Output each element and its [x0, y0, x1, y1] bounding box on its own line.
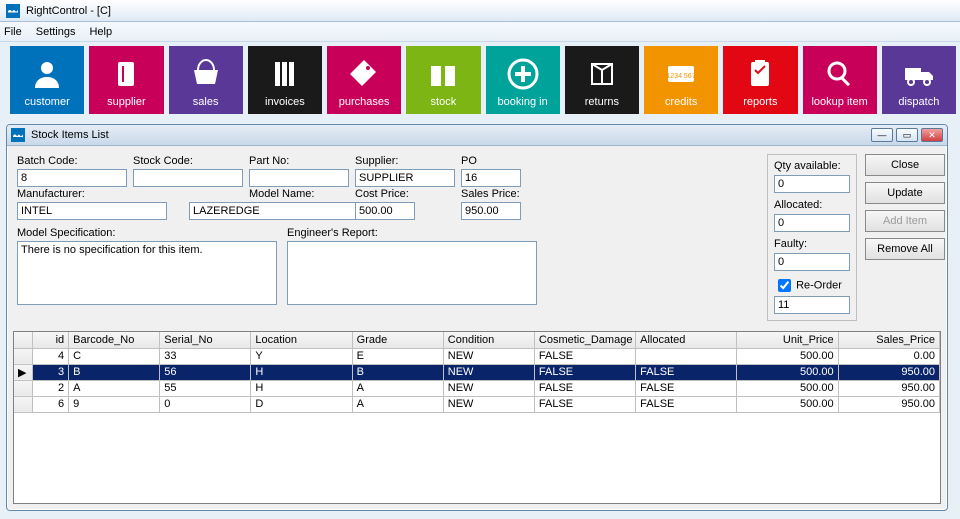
toolbar-invoices[interactable]: invoices: [248, 46, 322, 114]
mdi-area: Stock Items List — ▭ ✕ Batch Code: Stock…: [0, 118, 960, 511]
col-Location[interactable]: Location: [251, 332, 352, 348]
table-row[interactable]: 2A55HANEWFALSEFALSE500.00950.00: [14, 380, 940, 396]
reorder-checkbox[interactable]: [778, 279, 791, 292]
reorder-qty-input[interactable]: [774, 296, 850, 314]
gift-icon: [425, 52, 461, 96]
col-Cosmetic_Damage[interactable]: Cosmetic_Damage: [534, 332, 635, 348]
toolbar-returns[interactable]: returns: [565, 46, 639, 114]
toolbar-stock[interactable]: stock: [406, 46, 480, 114]
col-Barcode_No[interactable]: Barcode_No: [69, 332, 160, 348]
maximize-button[interactable]: ▭: [896, 128, 918, 142]
titlebar: RightControl - [C]: [0, 0, 960, 22]
col-Unit_Price[interactable]: Unit_Price: [737, 332, 838, 348]
table-row[interactable]: 4C33YENEWFALSE500.000.00: [14, 348, 940, 364]
toolbar-sales[interactable]: sales: [169, 46, 243, 114]
faulty-input[interactable]: [774, 253, 850, 271]
menu-settings[interactable]: Settings: [36, 26, 76, 38]
supplier-input[interactable]: [355, 169, 455, 187]
label-supplier: Supplier:: [355, 154, 455, 169]
add-item-button[interactable]: Add Item: [865, 210, 945, 232]
svg-text:1234 567: 1234 567: [667, 73, 696, 80]
col-Grade[interactable]: Grade: [352, 332, 443, 348]
label-batch-code: Batch Code:: [17, 154, 127, 169]
main-toolbar: customersuppliersalesinvoicespurchasesst…: [0, 42, 960, 118]
label-model-name: Model Name:: [249, 187, 349, 202]
batch-code-input[interactable]: [17, 169, 127, 187]
toolbar-purchases[interactable]: purchases: [327, 46, 401, 114]
label-reorder: Re-Order: [796, 280, 842, 292]
label-allocated: Allocated:: [774, 198, 850, 213]
customer-icon: [29, 52, 65, 96]
toolbar-customer[interactable]: customer: [10, 46, 84, 114]
eng-report-input[interactable]: [287, 241, 537, 305]
col-Condition[interactable]: Condition: [443, 332, 534, 348]
label-eng-report: Engineer's Report:: [287, 226, 537, 241]
menubar: File Settings Help: [0, 22, 960, 42]
box-icon: [584, 52, 620, 96]
tag-icon: [346, 52, 382, 96]
manufacturer-input[interactable]: [17, 202, 167, 220]
model-spec-input[interactable]: [17, 241, 277, 305]
stock-grid[interactable]: idBarcode_NoSerial_NoLocationGradeCondit…: [13, 331, 941, 504]
menu-help[interactable]: Help: [89, 26, 112, 38]
update-button[interactable]: Update: [865, 182, 945, 204]
truck-icon: [901, 52, 937, 96]
part-no-input[interactable]: [249, 169, 349, 187]
toolbar-credits[interactable]: 1234 567credits: [644, 46, 718, 114]
child-titlebar: Stock Items List — ▭ ✕: [7, 125, 947, 146]
stock-code-input[interactable]: [133, 169, 243, 187]
child-icon: [11, 128, 25, 142]
col-Serial_No[interactable]: Serial_No: [160, 332, 251, 348]
stock-levels-box: Qty available: Allocated: Faulty: Re-Ord…: [767, 154, 857, 321]
col-Allocated[interactable]: Allocated: [636, 332, 737, 348]
label-po-number: PO Number:: [461, 154, 521, 169]
close-stock-button[interactable]: Close: [865, 154, 945, 176]
label-sales-price: Sales Price:: [461, 187, 521, 202]
label-stock-code: Stock Code:: [133, 154, 243, 169]
supplier-icon: [108, 52, 144, 96]
search-icon: [822, 52, 858, 96]
po-number-input[interactable]: [461, 169, 521, 187]
remove-all-button[interactable]: Remove All: [865, 238, 945, 260]
minimize-button[interactable]: —: [871, 128, 893, 142]
plus-icon: [505, 52, 541, 96]
toolbar-booking-in[interactable]: booking in: [486, 46, 560, 114]
toolbar-supplier[interactable]: supplier: [89, 46, 163, 114]
table-row[interactable]: ▶3B56HBNEWFALSEFALSE500.00950.00: [14, 364, 940, 380]
col-id[interactable]: id: [32, 332, 68, 348]
sales-price-input[interactable]: [461, 202, 521, 220]
label-model-spec: Model Specification:: [17, 226, 277, 241]
books-icon: [267, 52, 303, 96]
child-title: Stock Items List: [31, 129, 109, 141]
menu-file[interactable]: File: [4, 26, 22, 38]
toolbar-reports[interactable]: reports: [723, 46, 797, 114]
model-name-input[interactable]: [189, 202, 359, 220]
card-icon: 1234 567: [663, 52, 699, 96]
app-icon: [6, 4, 20, 18]
toolbar-lookup-item[interactable]: lookup item: [803, 46, 877, 114]
col-Sales_Price[interactable]: Sales_Price: [838, 332, 939, 348]
qty-input[interactable]: [774, 175, 850, 193]
toolbar-dispatch[interactable]: dispatch: [882, 46, 956, 114]
label-qty: Qty available:: [774, 159, 850, 174]
label-faulty: Faulty:: [774, 237, 850, 252]
basket-icon: [188, 52, 224, 96]
window-title: RightControl - [C]: [26, 5, 111, 17]
label-cost-price: Cost Price:: [355, 187, 455, 202]
close-button[interactable]: ✕: [921, 128, 943, 142]
allocated-input[interactable]: [774, 214, 850, 232]
cost-price-input[interactable]: [355, 202, 415, 220]
table-row[interactable]: 690DANEWFALSEFALSE500.00950.00: [14, 396, 940, 412]
stock-items-window: Stock Items List — ▭ ✕ Batch Code: Stock…: [6, 124, 948, 511]
label-part-no: Part No:: [249, 154, 349, 169]
label-manufacturer: Manufacturer:: [17, 187, 243, 202]
clipboard-icon: [742, 52, 778, 96]
